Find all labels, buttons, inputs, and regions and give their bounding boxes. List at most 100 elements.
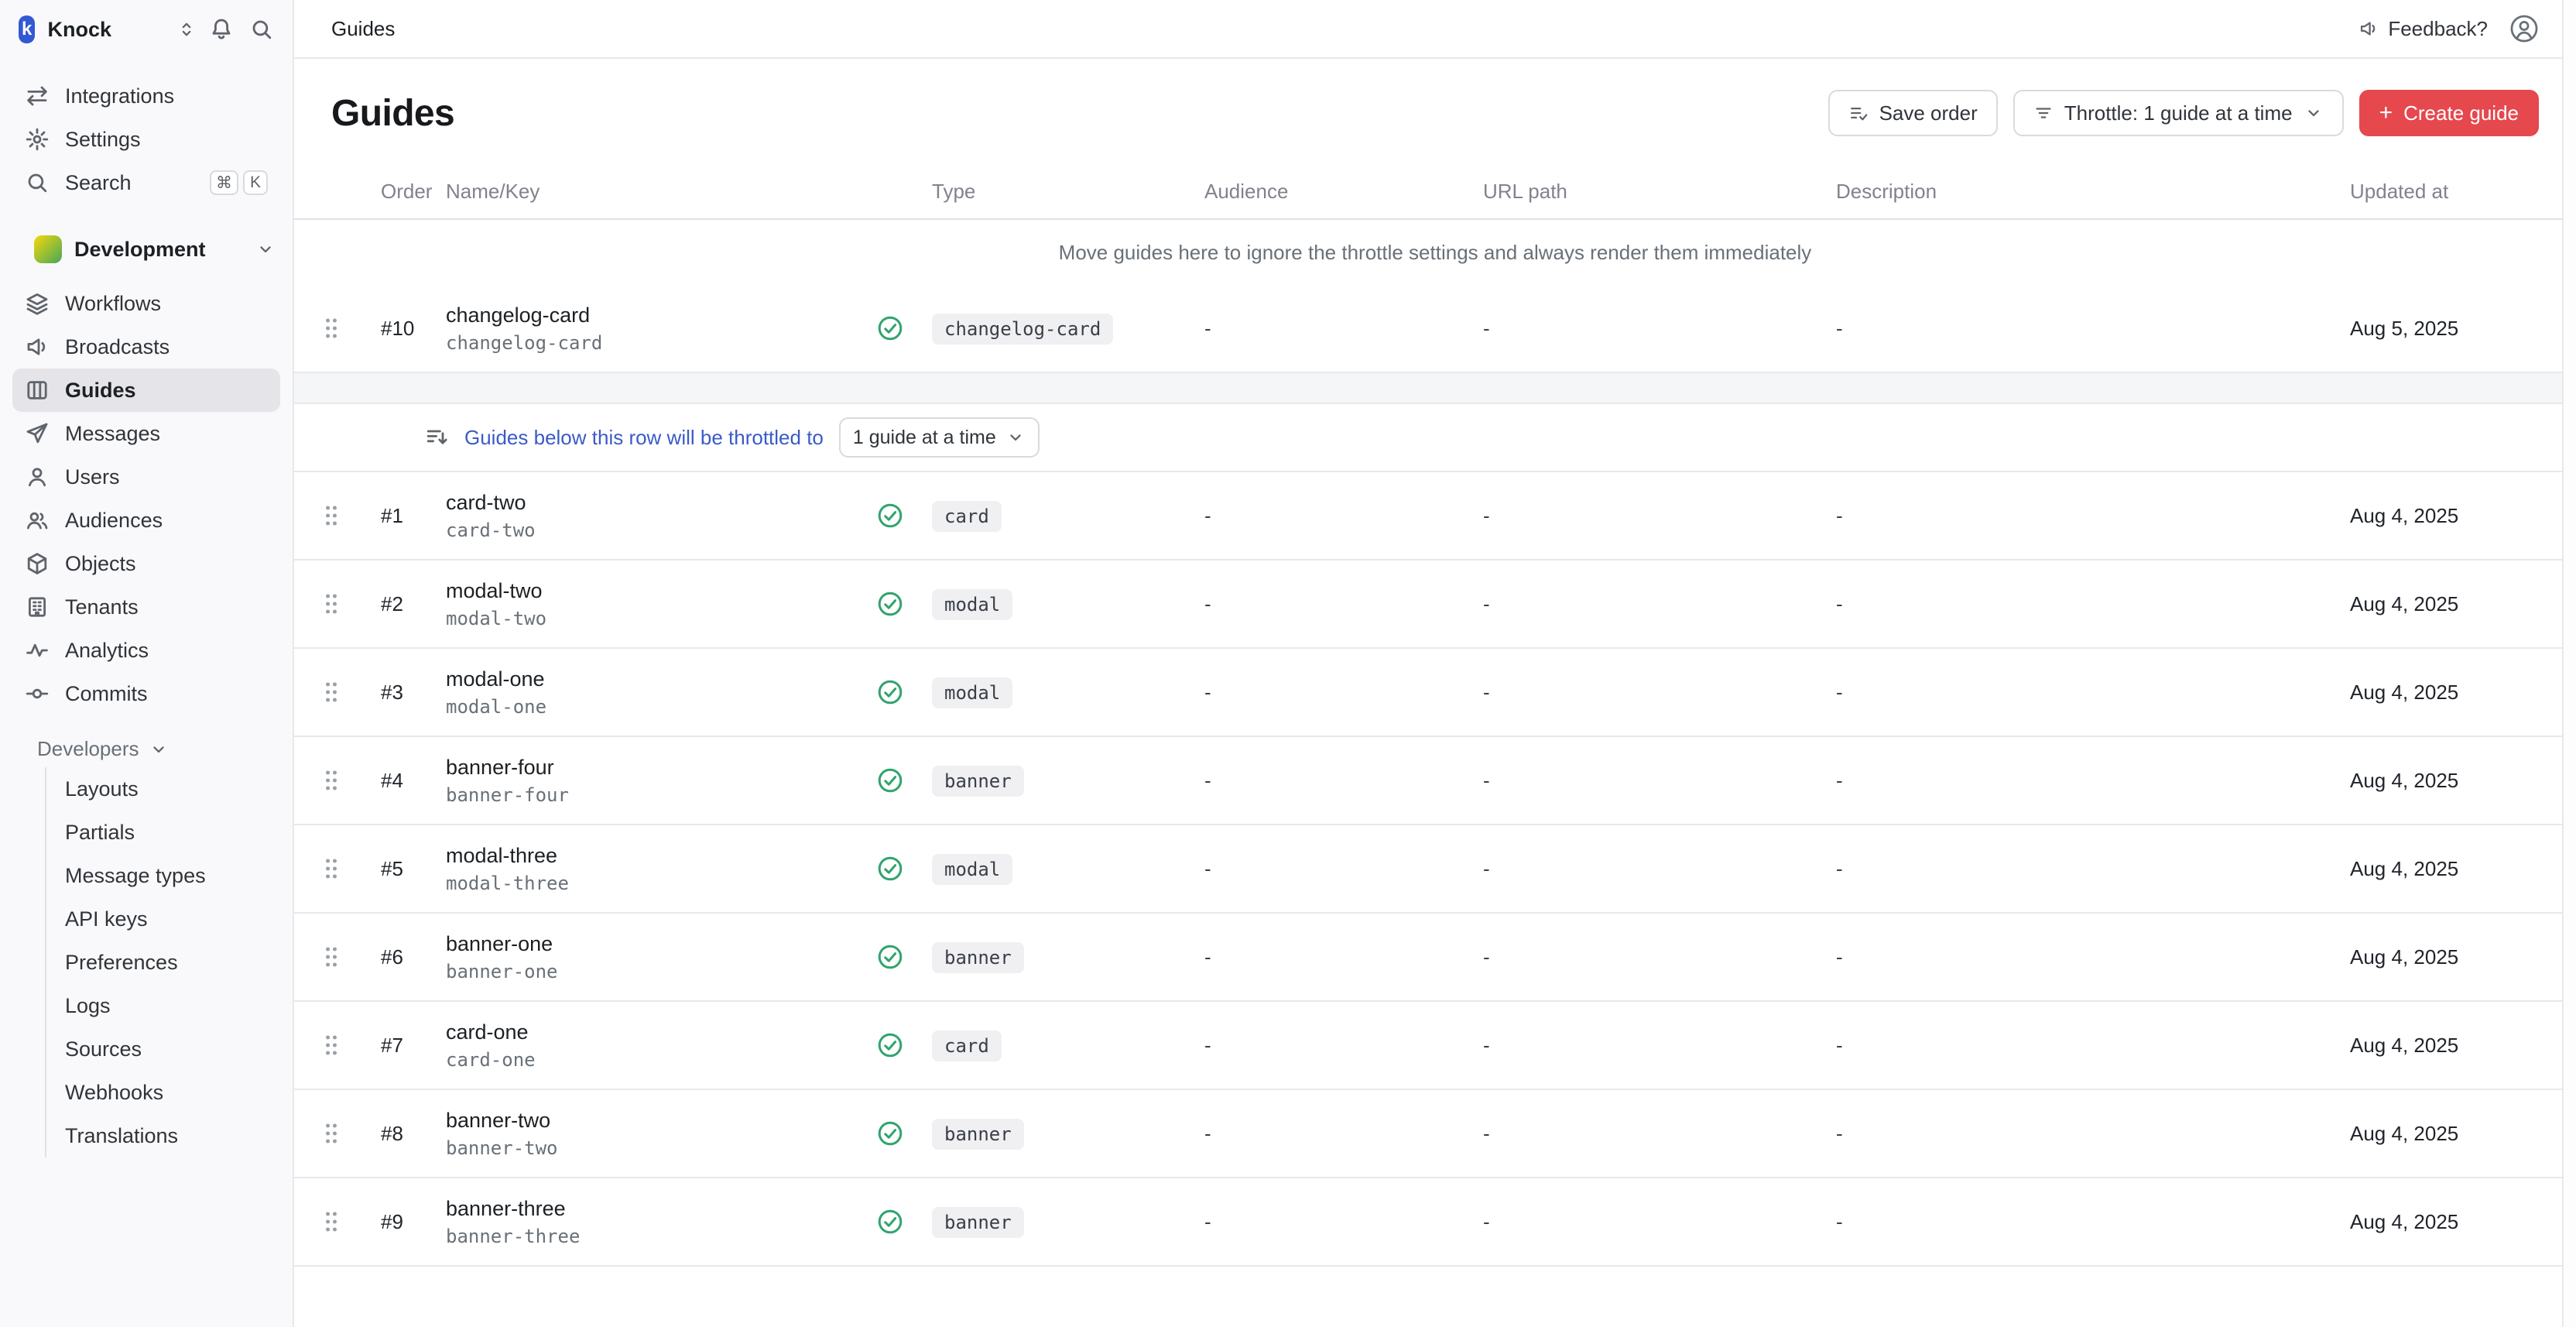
breadcrumb: Guides — [331, 17, 395, 41]
guide-description: - — [1836, 317, 2350, 341]
guide-type-cell: banner — [932, 1206, 1204, 1238]
drag-handle[interactable] — [294, 502, 368, 529]
guide-status-cell — [876, 314, 932, 342]
guide-key: card-one — [446, 1049, 876, 1071]
guide-url-path: - — [1483, 945, 1836, 969]
guide-order: #7 — [368, 1034, 446, 1058]
bell-icon[interactable] — [209, 17, 234, 42]
sidebar-item-message-types[interactable]: Message types — [46, 854, 268, 897]
sidebar-item-label: Webhooks — [65, 1081, 163, 1105]
guide-updated-at: Aug 4, 2025 — [2350, 681, 2576, 705]
drag-handle[interactable] — [294, 315, 368, 341]
table-row[interactable]: #9 banner-three banner-three banner - - … — [294, 1178, 2576, 1267]
environment-icon — [34, 235, 62, 263]
table-row[interactable]: #2 modal-two modal-two modal - - - Aug 4… — [294, 561, 2576, 649]
workspace-switcher[interactable] — [176, 19, 197, 39]
create-guide-button[interactable]: + Create guide — [2359, 90, 2539, 136]
guide-name-cell: banner-one banner-one — [446, 932, 876, 982]
drag-dots-icon — [321, 767, 341, 794]
guide-type-cell: banner — [932, 1118, 1204, 1150]
sidebar-item-webhooks[interactable]: Webhooks — [46, 1071, 268, 1114]
developers-sub-list: Layouts Partials Message types API keys … — [45, 767, 268, 1157]
guide-status-cell — [876, 855, 932, 883]
guide-type-badge: banner — [932, 1207, 1024, 1238]
guide-description: - — [1836, 857, 2350, 881]
throttle-rate-select[interactable]: 1 guide at a time — [839, 417, 1040, 458]
guide-description: - — [1836, 592, 2350, 616]
sidebar-item-sources[interactable]: Sources — [46, 1027, 268, 1071]
sidebar-item-audiences[interactable]: Audiences — [12, 499, 280, 542]
sidebar-item-tenants[interactable]: Tenants — [12, 585, 280, 629]
table-row[interactable]: #10 changelog-card changelog-card change… — [294, 285, 2576, 373]
user-avatar[interactable] — [2509, 14, 2539, 43]
drag-handle[interactable] — [294, 679, 368, 705]
sidebar-item-objects[interactable]: Objects — [12, 542, 280, 585]
throttle-dropdown-button[interactable]: Throttle: 1 guide at a time — [2013, 90, 2344, 136]
sidebar-item-label: Translations — [65, 1124, 178, 1148]
developers-section-toggle[interactable]: Developers — [37, 737, 255, 761]
sidebar-item-partials[interactable]: Partials — [46, 811, 268, 854]
chevron-down-icon — [149, 739, 169, 760]
guide-audience: - — [1204, 317, 1483, 341]
table-row[interactable]: #6 banner-one banner-one banner - - - Au… — [294, 914, 2576, 1002]
sidebar-item-commits[interactable]: Commits — [12, 672, 280, 715]
guide-key: banner-two — [446, 1137, 876, 1159]
cmd-key: ⌘ — [210, 170, 238, 195]
sidebar-item-broadcasts[interactable]: Broadcasts — [12, 325, 280, 369]
drag-handle[interactable] — [294, 767, 368, 794]
search-shortcut: ⌘ K — [210, 170, 268, 195]
sidebar-item-preferences[interactable]: Preferences — [46, 941, 268, 984]
sidebar-item-label: Messages — [65, 422, 160, 446]
environment-switcher[interactable]: Development — [25, 226, 268, 273]
guide-name: banner-two — [446, 1109, 876, 1133]
guide-type-badge: banner — [932, 1119, 1024, 1150]
chevron-down-icon — [255, 239, 276, 259]
sidebar-item-api-keys[interactable]: API keys — [46, 897, 268, 941]
guide-audience: - — [1204, 1034, 1483, 1058]
chevron-down-icon — [1005, 427, 1026, 447]
table-row[interactable]: #7 card-one card-one card - - - Aug 4, 2… — [294, 1002, 2576, 1090]
drag-handle[interactable] — [294, 856, 368, 882]
search-icon[interactable] — [249, 17, 274, 42]
drag-handle[interactable] — [294, 1120, 368, 1147]
feedback-button[interactable]: Feedback? — [2358, 17, 2488, 41]
sidebar-item-logs[interactable]: Logs — [46, 984, 268, 1027]
guide-status-cell — [876, 1120, 932, 1147]
throttle-divider-link[interactable]: Guides below this row will be throttled … — [464, 426, 824, 450]
drag-handle[interactable] — [294, 591, 368, 617]
column-header-audience: Audience — [1204, 180, 1483, 204]
sidebar-item-workflows[interactable]: Workflows — [12, 282, 280, 325]
sidebar-item-settings[interactable]: Settings — [12, 118, 280, 161]
table-row[interactable]: #8 banner-two banner-two banner - - - Au… — [294, 1090, 2576, 1178]
guide-url-path: - — [1483, 769, 1836, 793]
guide-url-path: - — [1483, 1122, 1836, 1146]
drag-dots-icon — [321, 502, 341, 529]
guide-name-cell: card-two card-two — [446, 491, 876, 541]
sidebar-item-label: Preferences — [65, 951, 178, 975]
sidebar-item-layouts[interactable]: Layouts — [46, 767, 268, 811]
table-row[interactable]: #5 modal-three modal-three modal - - - A… — [294, 825, 2576, 914]
sidebar-item-users[interactable]: Users — [12, 455, 280, 499]
table-row[interactable]: #4 banner-four banner-four banner - - - … — [294, 737, 2576, 825]
workflows-icon — [25, 291, 50, 316]
drag-handle[interactable] — [294, 944, 368, 970]
sidebar-item-search[interactable]: Search ⌘ K — [12, 161, 280, 204]
sidebar-item-analytics[interactable]: Analytics — [12, 629, 280, 672]
save-order-button[interactable]: Save order — [1828, 90, 1998, 136]
guide-name-cell: banner-four banner-four — [446, 756, 876, 806]
guide-url-path: - — [1483, 1210, 1836, 1234]
guide-updated-at: Aug 4, 2025 — [2350, 857, 2576, 881]
guide-updated-at: Aug 4, 2025 — [2350, 1122, 2576, 1146]
sidebar-item-translations[interactable]: Translations — [46, 1114, 268, 1157]
sidebar-item-messages[interactable]: Messages — [12, 412, 280, 455]
table-row[interactable]: #3 modal-one modal-one modal - - - Aug 4… — [294, 649, 2576, 737]
page-title: Guides — [331, 92, 454, 135]
drag-handle[interactable] — [294, 1209, 368, 1235]
drag-handle[interactable] — [294, 1032, 368, 1058]
guide-type-badge: card — [932, 1030, 1002, 1061]
table-row[interactable]: #1 card-two card-two card - - - Aug 4, 2… — [294, 472, 2576, 561]
sidebar-item-guides[interactable]: Guides — [12, 369, 280, 412]
scrollbar[interactable] — [2562, 0, 2576, 1327]
sidebar-item-integrations[interactable]: Integrations — [12, 74, 280, 118]
drag-dots-icon — [321, 1120, 341, 1147]
